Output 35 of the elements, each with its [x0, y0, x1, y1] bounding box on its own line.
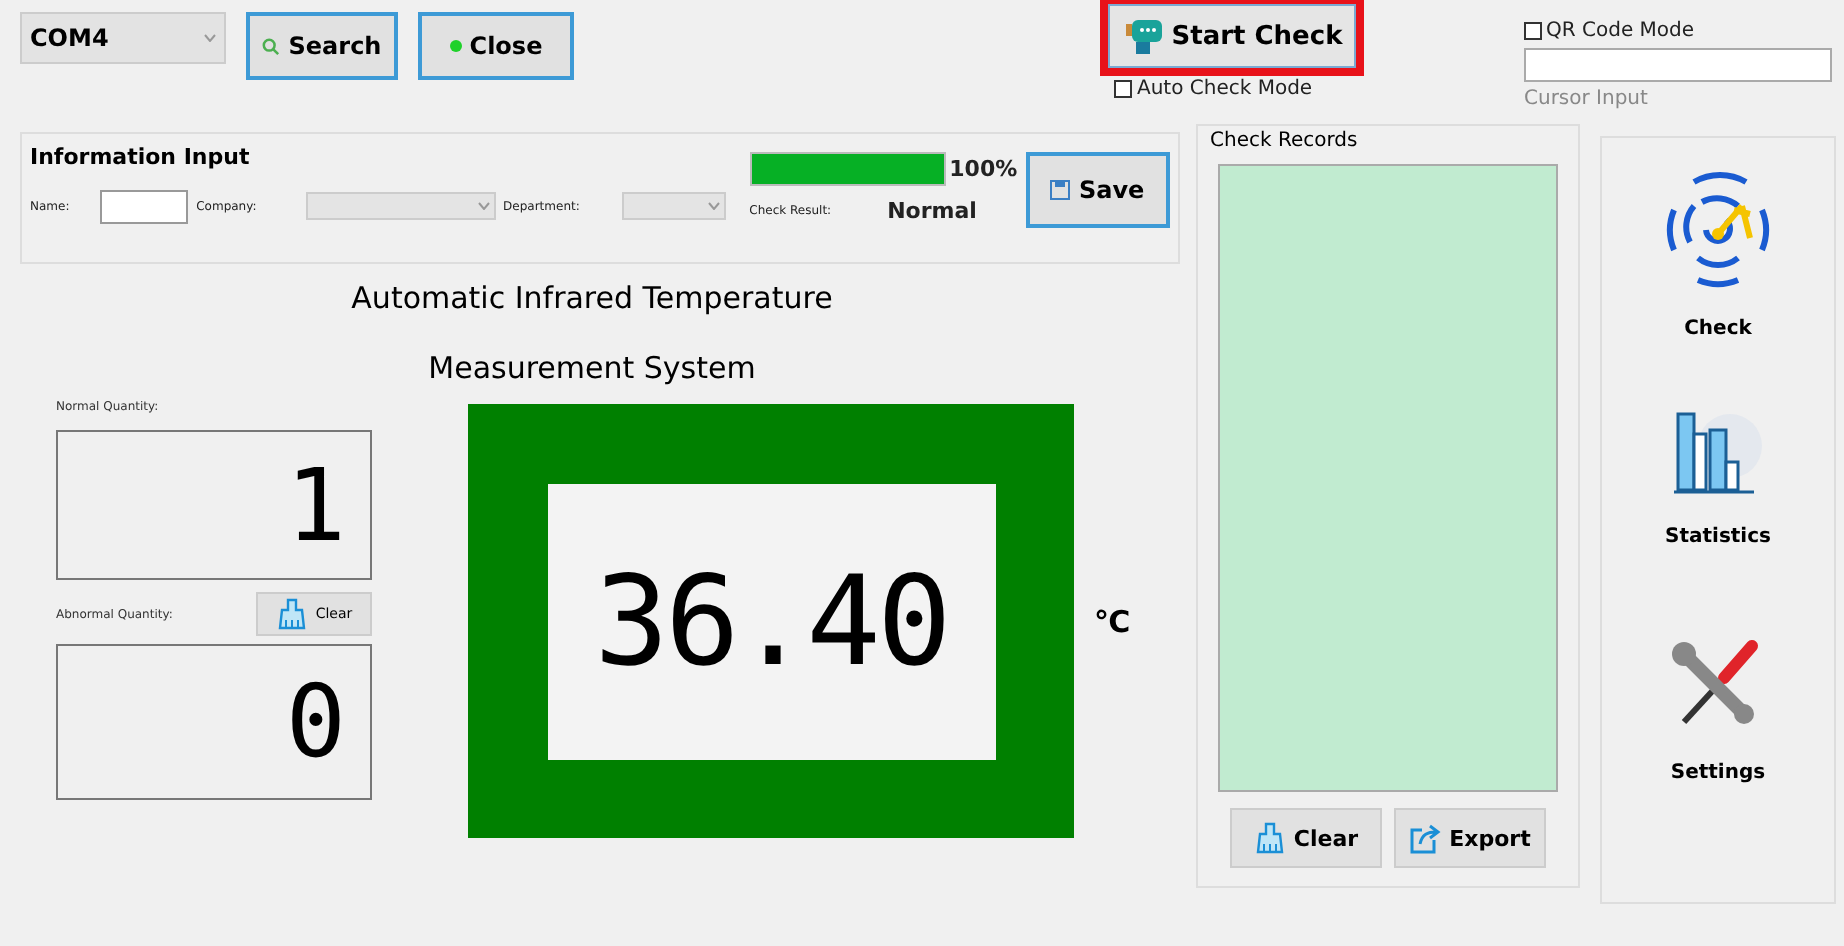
temperature-unit: ℃ [1094, 603, 1131, 639]
search-button[interactable]: Search [246, 12, 398, 80]
progress-reading: 100% [949, 156, 1018, 182]
check-records-list[interactable] [1218, 164, 1558, 792]
checkbox[interactable] [1524, 22, 1542, 40]
system-title: Measurement System [426, 348, 758, 390]
name-input-field[interactable] [100, 189, 189, 223]
department-dropdown[interactable] [622, 192, 726, 220]
nav-item[interactable]: Statistics [1665, 402, 1771, 634]
normal-quantity-display: 1 [56, 430, 372, 580]
qr-code-input-field[interactable] [1524, 48, 1832, 82]
checkbox-label: QR Code Mode [1546, 20, 1695, 42]
group-title: Check Records [1210, 130, 1360, 152]
abnormal-quantity-display: 0 [56, 644, 372, 800]
search-icon [262, 37, 281, 55]
nav-item[interactable]: Settings [1668, 634, 1768, 866]
robot-icon [1123, 16, 1164, 56]
clear-button[interactable]: Clear [1230, 808, 1382, 868]
system-title: Automatic Infrared Temperature [349, 278, 835, 320]
checkbox-label: Auto Check Mode [1136, 78, 1313, 100]
export-icon [1409, 822, 1442, 854]
check-result-value: Normal [887, 198, 977, 224]
port-dropdown[interactable]: COM4 [20, 12, 226, 64]
nav-item[interactable]: Check [1658, 170, 1778, 402]
broom-icon [275, 598, 308, 630]
checkbox[interactable] [1114, 80, 1133, 98]
group-title: Information Input [30, 144, 250, 170]
broom-icon [1253, 822, 1286, 854]
close-button[interactable]: Close [418, 12, 574, 80]
temperature-reading: 36.40 [594, 559, 948, 683]
save-button[interactable]: Save [1025, 152, 1170, 228]
company-dropdown[interactable] [306, 192, 496, 220]
cursor-input-label: Cursor Input [1524, 88, 1650, 110]
export-button[interactable]: Export [1394, 808, 1546, 868]
status-dot-icon [449, 40, 462, 52]
